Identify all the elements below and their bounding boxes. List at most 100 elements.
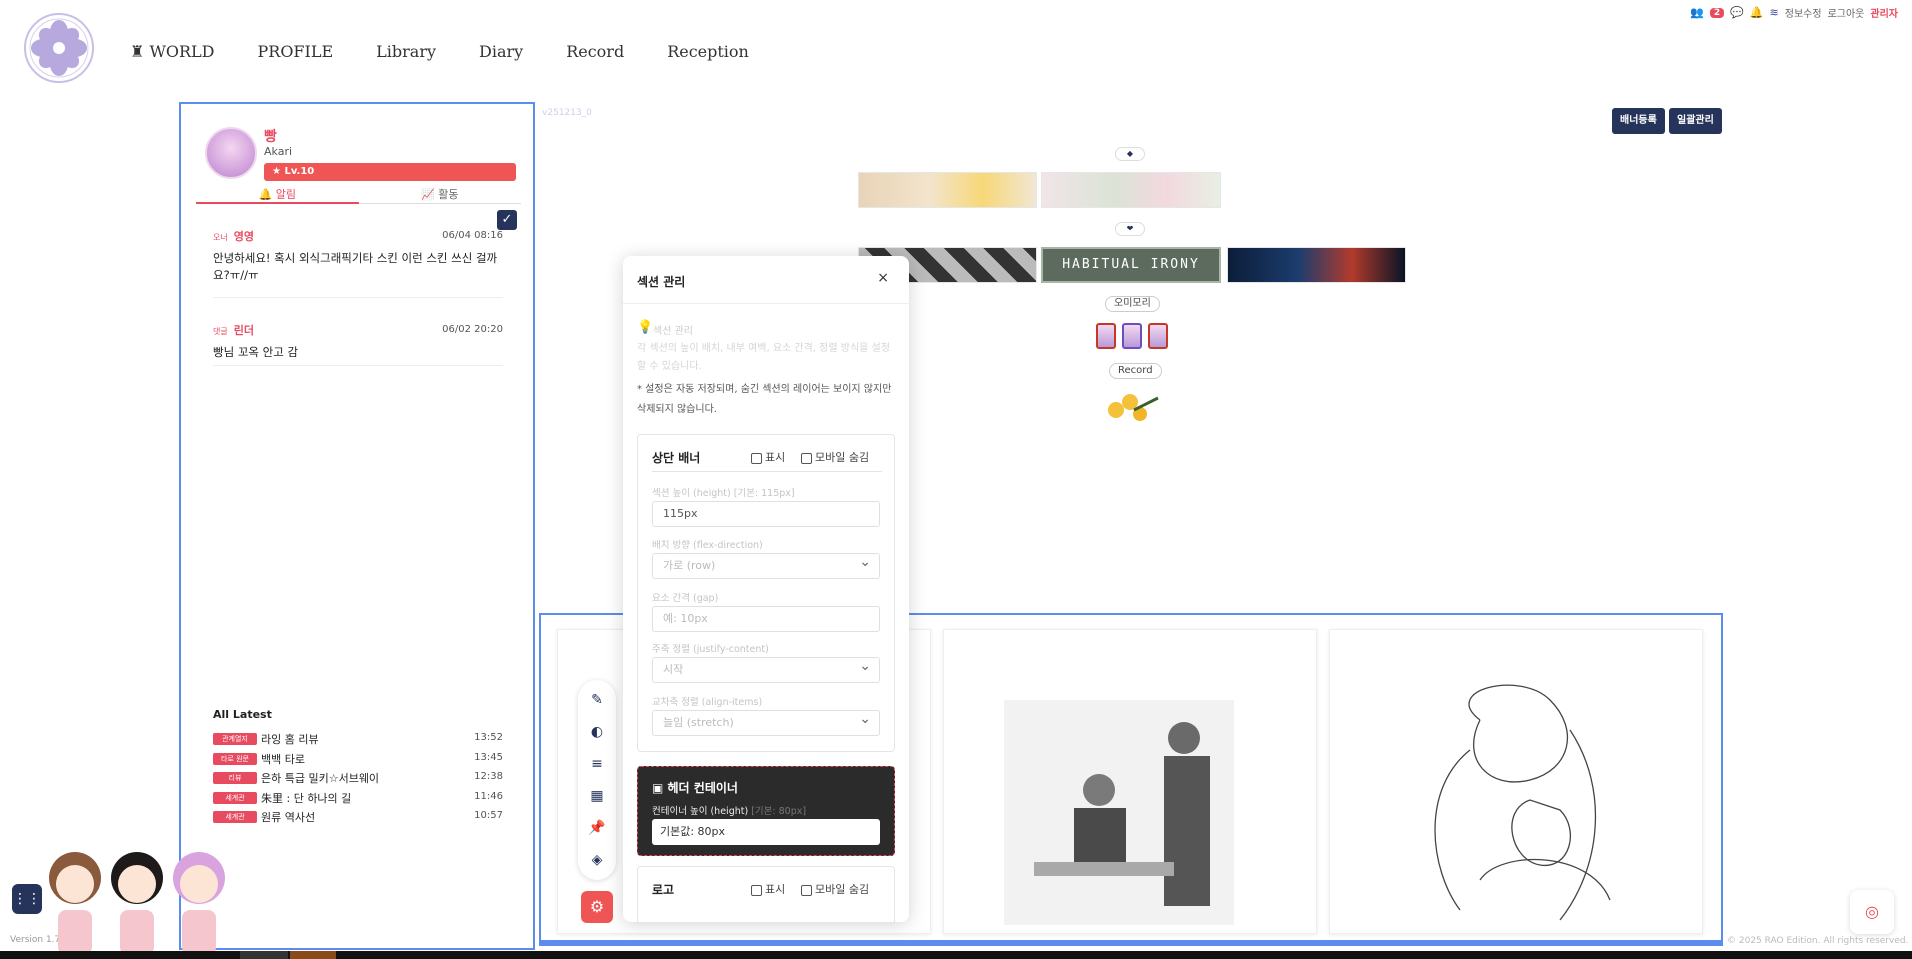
tab-alarm[interactable]: 🔔 알림: [196, 186, 359, 204]
close-icon[interactable]: ×: [877, 270, 889, 286]
flower-bouquet-image: [1108, 394, 1159, 421]
star-icon: ★: [272, 166, 285, 177]
checkbox-box[interactable]: [801, 452, 812, 464]
omamori-label: 오미모리: [1105, 296, 1160, 312]
direction-select[interactable]: 가로 (row): [652, 550, 880, 579]
omamori-charm-image[interactable]: [1148, 323, 1168, 349]
edit-profile-link[interactable]: 정보수정: [1785, 5, 1822, 20]
omamori-charm-image[interactable]: [1122, 323, 1142, 349]
profile-name: 빵: [264, 129, 277, 145]
latest-category: 타로 원문: [213, 753, 257, 765]
notification-item[interactable]: 오너 영영 06/04 08:16 안녕하세요! 혹시 외식그래픽기타 스킨 이런…: [213, 228, 503, 298]
table-icon[interactable]: ▦: [587, 786, 607, 806]
logout-link[interactable]: 로그아웃: [1828, 5, 1865, 20]
latest-title-text: 은하 특급 밀키☆서브웨이: [261, 772, 380, 785]
rss-icon[interactable]: ≋: [1770, 6, 1779, 19]
notification-sender: 영영: [233, 230, 254, 243]
chart-icon: 📈: [421, 188, 439, 201]
gap-label: 요소 간격 (gap): [652, 593, 719, 604]
show-checkbox[interactable]: 표시: [751, 881, 785, 897]
section-header-container: ▣ 헤더 컨테이너 컨테이너 높이 (height) [기본: 80px] 기본…: [637, 766, 895, 856]
apps-grid-button[interactable]: ⋮⋮: [12, 884, 42, 914]
admin-link[interactable]: 관리자: [1870, 5, 1898, 20]
window-icon: ▣: [652, 781, 668, 795]
banner-register-button[interactable]: 배너등록: [1612, 108, 1665, 134]
sketch-image: [1434, 684, 1611, 921]
banner-habitual-irony[interactable]: HABITUAL IRONY: [1041, 247, 1221, 283]
latest-category: 세계관: [213, 811, 257, 823]
nav-world[interactable]: ♜ WORLD: [130, 42, 215, 61]
height-input[interactable]: 115px: [652, 501, 880, 527]
latest-item[interactable]: 세계관 원류 역사선 10:57: [213, 809, 503, 825]
nav-record[interactable]: Record: [566, 42, 624, 61]
tab-activity[interactable]: 📈 활동: [358, 186, 521, 204]
checkbox-box[interactable]: [751, 884, 762, 896]
user-count-badge: 2: [1709, 7, 1725, 18]
section-title: 상단 배너: [652, 451, 701, 465]
latest-item[interactable]: 타로 원문 백백 타로 13:45: [213, 751, 503, 767]
container-height-label: 컨테이너 높이 (height) [기본: 80px]: [652, 806, 807, 817]
taskbar-segment[interactable]: [240, 951, 288, 959]
chat-icon[interactable]: 💬: [1730, 6, 1744, 19]
notification-item[interactable]: 댓글 린더 06/02 20:20 빵님 꼬옥 안고 감: [213, 322, 503, 366]
page: 👥 2 💬 🔔 ≋ 정보수정 로그아웃 관리자 ♜ WORLD PROFILE …: [0, 0, 1912, 959]
nav-diary[interactable]: Diary: [479, 42, 523, 61]
footer-copyright: © 2025 RAO Edition. All rights reserved.: [1727, 936, 1909, 946]
divider-diamond: ◆: [1115, 147, 1145, 161]
nav-reception[interactable]: Reception: [667, 42, 749, 61]
section-title: ▣ 헤더 컨테이너: [652, 781, 738, 795]
pin-icon[interactable]: 📌: [587, 818, 607, 838]
bell-icon: 🔔: [258, 188, 276, 201]
align-label: 교차축 정렬 (align-items): [652, 697, 763, 708]
autosave-note: * 설정은 자동 저장되며, 숨긴 섹션의 레이어는 보이지 않지만 삭제되지 …: [637, 384, 892, 415]
mobile-hide-checkbox[interactable]: 모바일 숨김: [801, 881, 869, 897]
sketch-image: [1004, 700, 1234, 925]
bottom-taskbar: [0, 951, 1912, 959]
target-icon[interactable]: ◎: [1850, 890, 1894, 934]
mark-read-button[interactable]: ✓: [497, 210, 517, 230]
bulk-manage-button[interactable]: 일괄관리: [1669, 108, 1722, 134]
align-select[interactable]: 늘임 (stretch): [652, 707, 880, 736]
notification-date: 06/02 20:20: [442, 324, 503, 335]
layers-icon[interactable]: ◈: [587, 850, 607, 870]
show-checkbox[interactable]: 표시: [751, 449, 785, 465]
justify-select[interactable]: 시작: [652, 654, 880, 683]
nav-profile[interactable]: PROFILE: [258, 42, 334, 61]
gallery-card[interactable]: [943, 629, 1317, 934]
mobile-hide-checkbox[interactable]: 모바일 숨김: [801, 449, 869, 465]
banner-image[interactable]: [1227, 247, 1406, 283]
chibi-character-image: [111, 852, 163, 955]
latest-time: 12:38: [474, 771, 503, 782]
latest-time: 11:46: [474, 791, 503, 802]
direction-label: 배치 방향 (flex-direction): [652, 540, 763, 551]
modal-header: 섹션 관리 ×: [623, 256, 909, 304]
notification-message: 빵님 꼬옥 안고 감: [213, 345, 299, 359]
chibi-character-image: [49, 852, 101, 955]
palette-icon[interactable]: ◐: [587, 722, 607, 742]
latest-item[interactable]: 리뷰 은하 특급 밀키☆서브웨이 12:38: [213, 770, 503, 786]
latest-item[interactable]: 세계관 朱里 : 단 하나의 길 11:46: [213, 790, 503, 806]
omamori-charm-image[interactable]: [1096, 323, 1116, 349]
hint-title: 섹션 관리: [653, 326, 693, 337]
taskbar-segment[interactable]: [290, 951, 336, 959]
checkbox-box[interactable]: [751, 452, 762, 464]
checkbox-box[interactable]: [801, 884, 812, 896]
sliders-icon[interactable]: ≡: [587, 754, 607, 774]
users-icon[interactable]: 👥: [1690, 6, 1704, 19]
settings-gear-button[interactable]: ⚙: [581, 891, 613, 923]
gallery-card[interactable]: [1329, 629, 1703, 934]
latest-item[interactable]: 관계열지 라잉 홈 리뷰 13:52: [213, 731, 503, 747]
lightbulb-icon: 💡: [637, 320, 654, 335]
latest-title-text: 朱里 : 단 하나의 길: [261, 792, 352, 805]
avatar[interactable]: [205, 127, 257, 179]
profile-subname: Akari: [264, 145, 293, 158]
gap-input[interactable]: 예: 10px: [652, 606, 880, 632]
pencil-icon[interactable]: ✎: [587, 690, 607, 710]
site-logo[interactable]: [22, 10, 96, 86]
container-height-input[interactable]: 기본값: 80px: [652, 819, 880, 845]
top-utility-bar: 👥 2 💬 🔔 ≋ 정보수정 로그아웃 관리자: [1690, 5, 1898, 20]
nav-library[interactable]: Library: [376, 42, 436, 61]
bell-icon[interactable]: 🔔: [1750, 6, 1764, 19]
banner-image[interactable]: [858, 172, 1037, 208]
banner-image[interactable]: [1041, 172, 1221, 208]
